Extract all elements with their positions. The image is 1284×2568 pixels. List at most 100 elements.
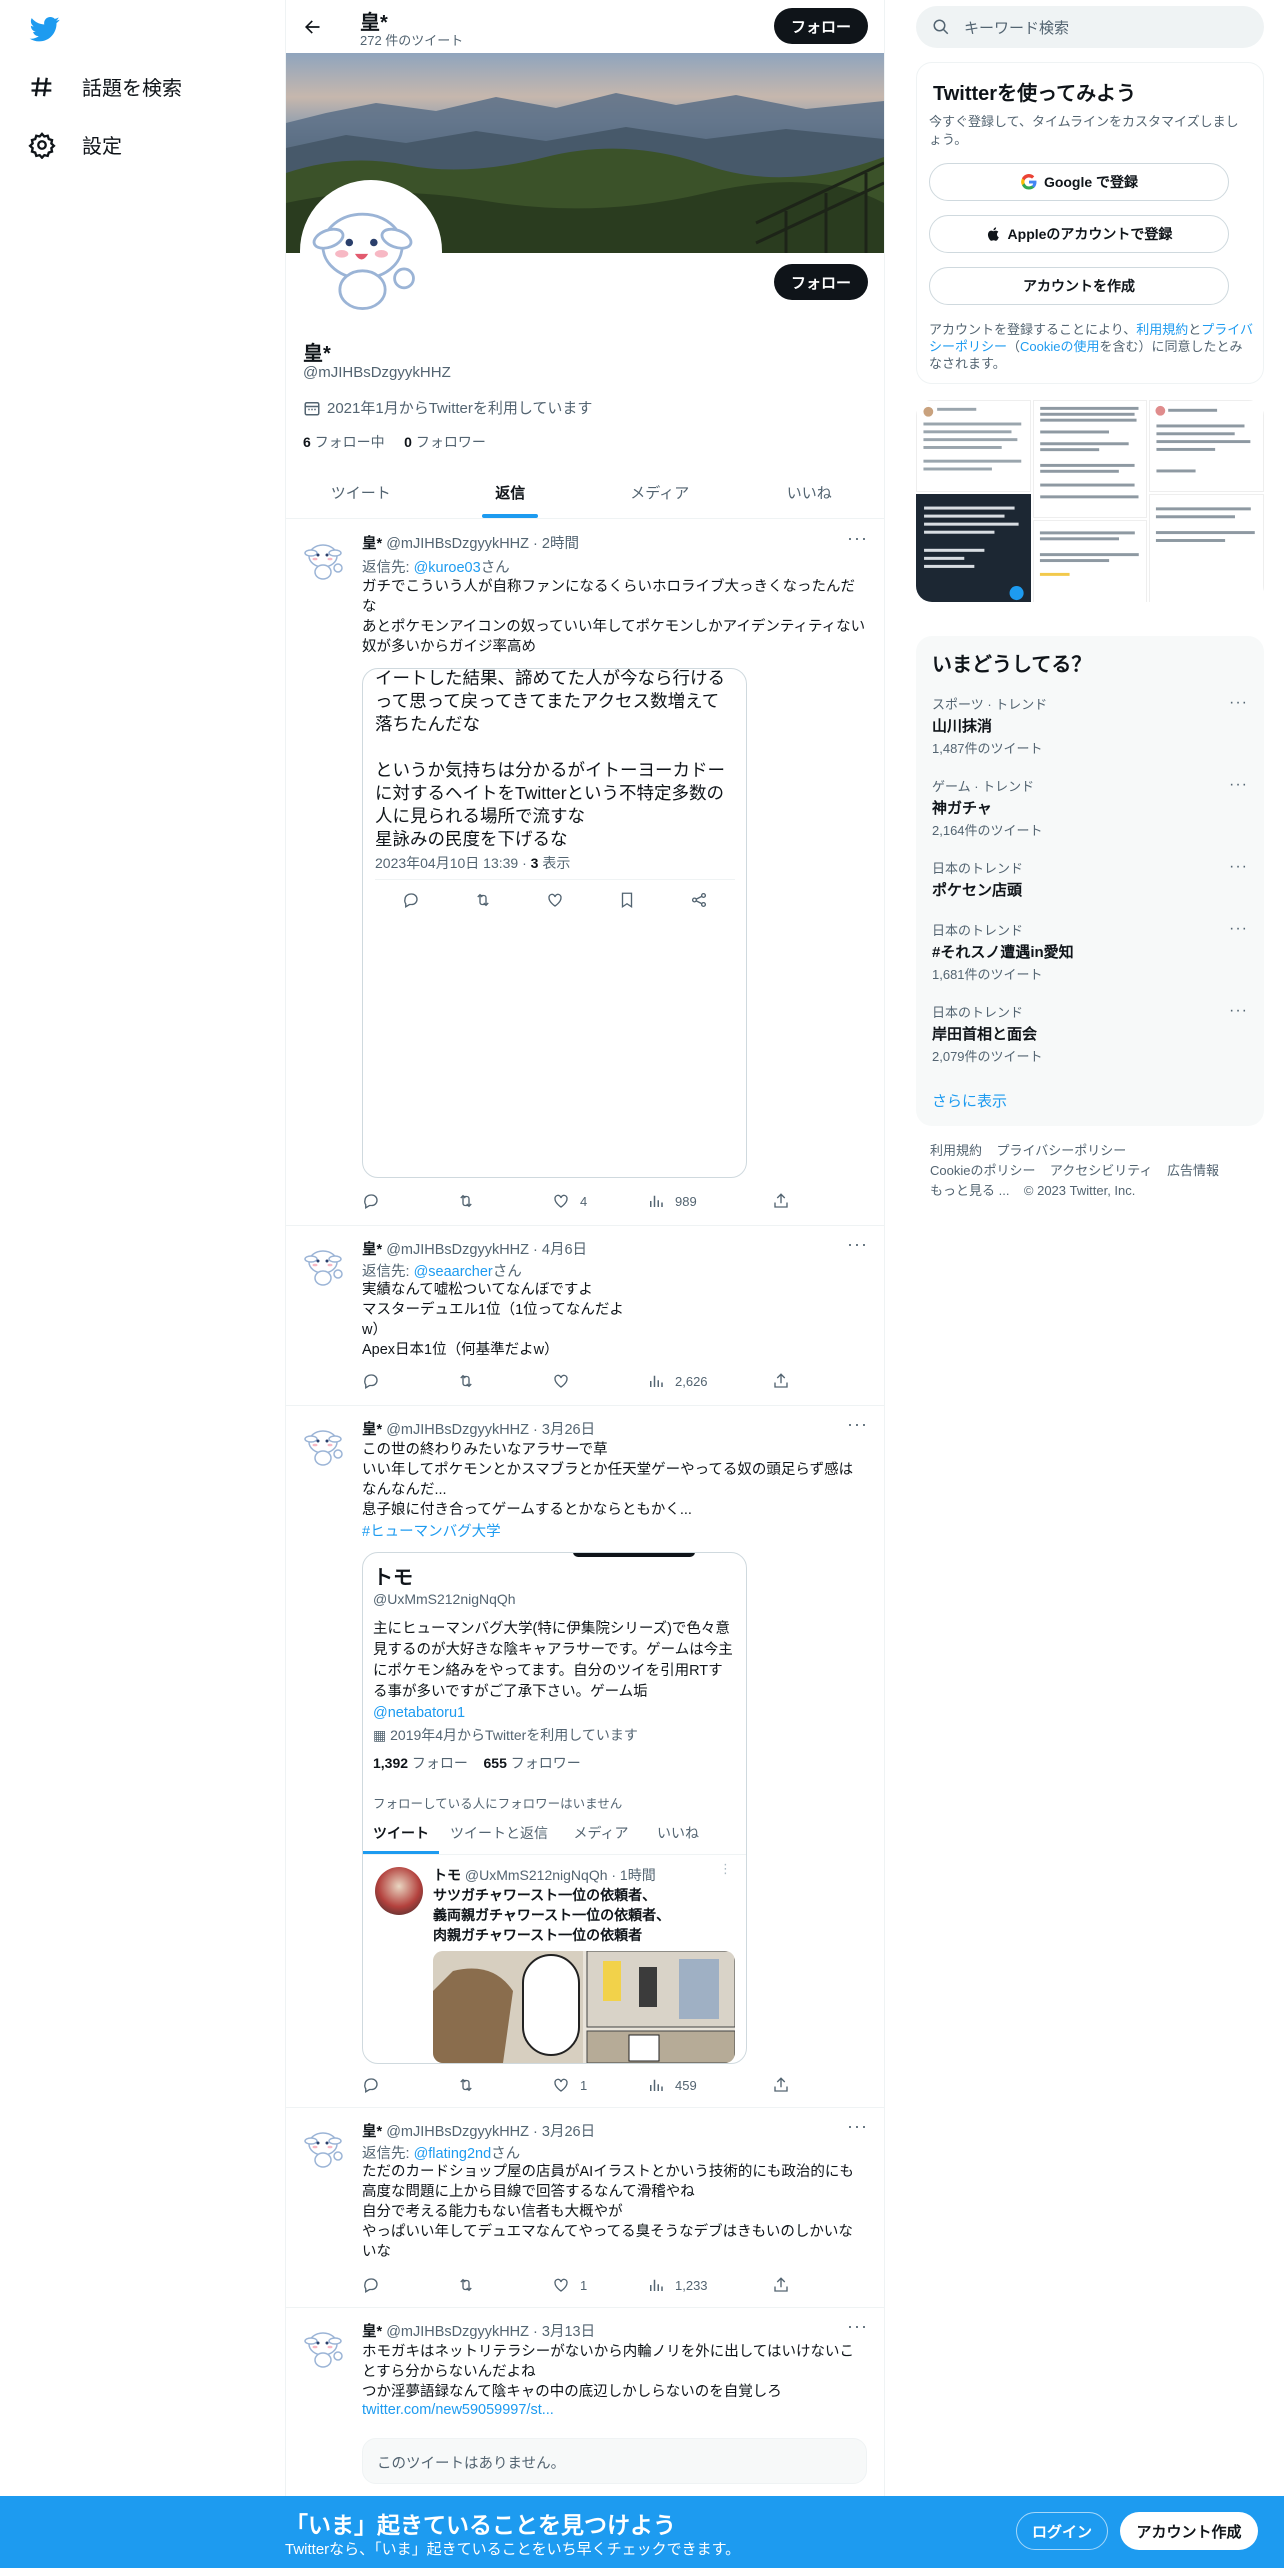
more-options-icon[interactable]: ··· — [1229, 776, 1248, 794]
footer-ads[interactable]: 広告情報 — [1167, 1163, 1219, 1178]
tweet-author-name[interactable]: 皇* — [362, 2124, 382, 2140]
tab-tweets[interactable]: ツイート — [286, 466, 436, 518]
more-options-icon[interactable]: ··· — [1229, 858, 1248, 876]
google-signup-button[interactable]: Google で登録 — [929, 163, 1229, 201]
hashtag-link[interactable]: #ヒューマンバグ大学 — [362, 1520, 501, 1541]
tweet-item[interactable]: 皇* @mJIHBsDzgyykHHZ · 3月26日 ··· 返信先: @fl… — [286, 2108, 884, 2308]
terms-link[interactable]: 利用規約 — [1136, 322, 1188, 337]
views-button[interactable]: 2,626 — [647, 1372, 708, 1390]
followers-link[interactable]: 0 フォロワー — [404, 434, 486, 450]
views-count: 1,233 — [675, 2277, 708, 2293]
more-options-icon[interactable]: ··· — [847, 2316, 868, 2337]
like-button[interactable]: 1 — [552, 2276, 587, 2294]
tab-likes[interactable]: いいね — [735, 466, 885, 518]
views-button[interactable]: 1,233 — [647, 2276, 708, 2294]
tab-replies[interactable]: 返信 — [436, 466, 586, 518]
tweet-author-handle[interactable]: @mJIHBsDzgyykHHZ — [386, 1422, 529, 1438]
trend-item[interactable]: 日本のトレンド #それスノ遭遇in愛知 1,681件のツイート ··· — [932, 920, 1248, 983]
nav-explore[interactable]: 話題を検索 — [28, 72, 182, 101]
footer-more[interactable]: もっと見る ... — [930, 1183, 1009, 1198]
more-options-icon[interactable]: ··· — [847, 1414, 868, 1435]
retweet-button[interactable] — [457, 2076, 475, 2094]
apple-signup-button[interactable]: Appleのアカウントで登録 — [929, 215, 1229, 253]
tweet-author-handle[interactable]: @mJIHBsDzgyykHHZ — [386, 2324, 529, 2340]
footer-cookie[interactable]: Cookieのポリシー — [930, 1163, 1035, 1178]
reply-to-link[interactable]: @flating2nd — [414, 2146, 492, 2162]
like-icon — [552, 2076, 570, 2094]
tweet-author-name[interactable]: 皇* — [362, 536, 382, 552]
trend-item[interactable]: ゲーム · トレンド 神ガチャ 2,164件のツイート ··· — [932, 776, 1248, 839]
tweet-time[interactable]: 2時間 — [542, 536, 579, 552]
tweet-item[interactable]: 皇* @mJIHBsDzgyykHHZ · 3月26日 ··· この世の終わりみ… — [286, 1406, 884, 2108]
embedded-profile-screenshot[interactable]: トモ @UxMmS212nigNqQh 主にヒューマンバグ大学(特に伊集院シリー… — [362, 1552, 747, 2064]
tweet-author-handle[interactable]: @mJIHBsDzgyykHHZ — [386, 1242, 529, 1258]
like-button[interactable] — [552, 1372, 570, 1390]
reply-button[interactable] — [362, 1192, 380, 1210]
tweet-avatar[interactable] — [302, 1240, 350, 1288]
tweet-item[interactable]: 皇* @mJIHBsDzgyykHHZ · 4月6日 ··· 返信先: @sea… — [286, 1226, 884, 1406]
reply-prefix: 返信先: — [362, 2146, 414, 2162]
cookie-link[interactable]: Cookieの使用 — [1020, 339, 1099, 354]
tweet-avatar[interactable] — [302, 2322, 350, 2370]
tweet-author-handle[interactable]: @mJIHBsDzgyykHHZ — [386, 536, 529, 552]
footer-terms[interactable]: 利用規約 — [930, 1143, 982, 1158]
share-button[interactable] — [772, 1372, 790, 1390]
more-options-icon[interactable]: ··· — [847, 1234, 868, 1255]
tweet-author-name[interactable]: 皇* — [362, 2324, 382, 2340]
tweet-author-name[interactable]: 皇* — [362, 1242, 382, 1258]
retweet-button[interactable] — [457, 1372, 475, 1390]
twitter-logo-icon[interactable] — [28, 14, 64, 46]
share-button[interactable] — [772, 1192, 790, 1210]
retweet-button[interactable] — [457, 2276, 475, 2294]
header-follow-button[interactable]: フォロー — [774, 8, 868, 44]
embedded-tweet-screenshot[interactable]: イートした結果、諦めてた人が今なら行けるって思って戻ってきてまたアクセス数増えて… — [362, 668, 747, 1178]
trend-item[interactable]: スポーツ · トレンド 山川抹消 1,487件のツイート ··· — [932, 694, 1248, 757]
more-options-icon[interactable]: ··· — [1229, 694, 1248, 712]
profile-avatar[interactable] — [300, 180, 442, 322]
share-button[interactable] — [772, 2276, 790, 2294]
like-button[interactable]: 1 — [552, 2076, 587, 2094]
more-options-icon[interactable]: ··· — [1229, 1002, 1248, 1020]
card-inner-avatar — [375, 1867, 423, 1915]
reply-button[interactable] — [362, 1372, 380, 1390]
like-button[interactable]: 4 — [552, 1192, 587, 1210]
tweet-time[interactable]: 3月26日 — [542, 1422, 595, 1438]
nav-settings[interactable]: 設定 — [28, 130, 122, 159]
footer-accessibility[interactable]: アクセシビリティ — [1050, 1163, 1153, 1178]
tweet-author-name[interactable]: 皇* — [362, 1422, 382, 1438]
reply-button[interactable] — [362, 2276, 380, 2294]
views-button[interactable]: 459 — [647, 2076, 697, 2094]
search-box[interactable]: キーワード検索 — [916, 6, 1264, 48]
create-account-button[interactable]: アカウントを作成 — [929, 267, 1229, 305]
tweet-time[interactable]: 4月6日 — [542, 1242, 587, 1258]
reply-button[interactable] — [362, 2076, 380, 2094]
retweet-button[interactable] — [457, 1192, 475, 1210]
tweet-link[interactable]: twitter.com/new59059997/st... — [362, 2402, 554, 2418]
tab-media[interactable]: メディア — [585, 466, 735, 518]
tweet-item[interactable]: 皇* @mJIHBsDzgyykHHZ · 3月13日 ··· ホモガキはネット… — [286, 2308, 884, 2496]
tweet-time[interactable]: 3月13日 — [542, 2324, 595, 2340]
login-button[interactable]: ログイン — [1016, 2512, 1108, 2550]
more-options-icon[interactable]: ··· — [847, 528, 868, 549]
tweet-avatar[interactable] — [302, 1420, 350, 1468]
more-options-icon[interactable]: ··· — [1229, 920, 1248, 938]
signup-button[interactable]: アカウント作成 — [1120, 2512, 1258, 2550]
tweet-avatar[interactable] — [302, 534, 350, 582]
views-button[interactable]: 989 — [647, 1192, 697, 1210]
footer-privacy[interactable]: プライバシーポリシー — [996, 1143, 1126, 1158]
following-link[interactable]: 6 フォロー中 — [303, 434, 385, 450]
media-preview-grid[interactable] — [916, 400, 1264, 602]
show-more-link[interactable]: さらに表示 — [932, 1090, 1007, 1111]
trend-item[interactable]: 日本のトレンド ポケセン店頭 ··· — [932, 858, 1248, 900]
trend-item[interactable]: 日本のトレンド 岸田首相と面会 2,079件のツイート ··· — [932, 1002, 1248, 1065]
profile-follow-button[interactable]: フォロー — [774, 264, 868, 300]
tweet-author-handle[interactable]: @mJIHBsDzgyykHHZ — [386, 2124, 529, 2140]
tweet-avatar[interactable] — [302, 2122, 350, 2170]
reply-to-link[interactable]: @seaarcher — [414, 1264, 493, 1280]
back-arrow-icon[interactable] — [296, 11, 328, 43]
tweet-item[interactable]: 皇* @mJIHBsDzgyykHHZ · 2時間 ··· 返信先: @kuro… — [286, 520, 884, 1226]
more-options-icon[interactable]: ··· — [847, 2116, 868, 2137]
share-button[interactable] — [772, 2076, 790, 2094]
reply-to-link[interactable]: @kuroe03 — [414, 560, 481, 576]
tweet-time[interactable]: 3月26日 — [542, 2124, 595, 2140]
